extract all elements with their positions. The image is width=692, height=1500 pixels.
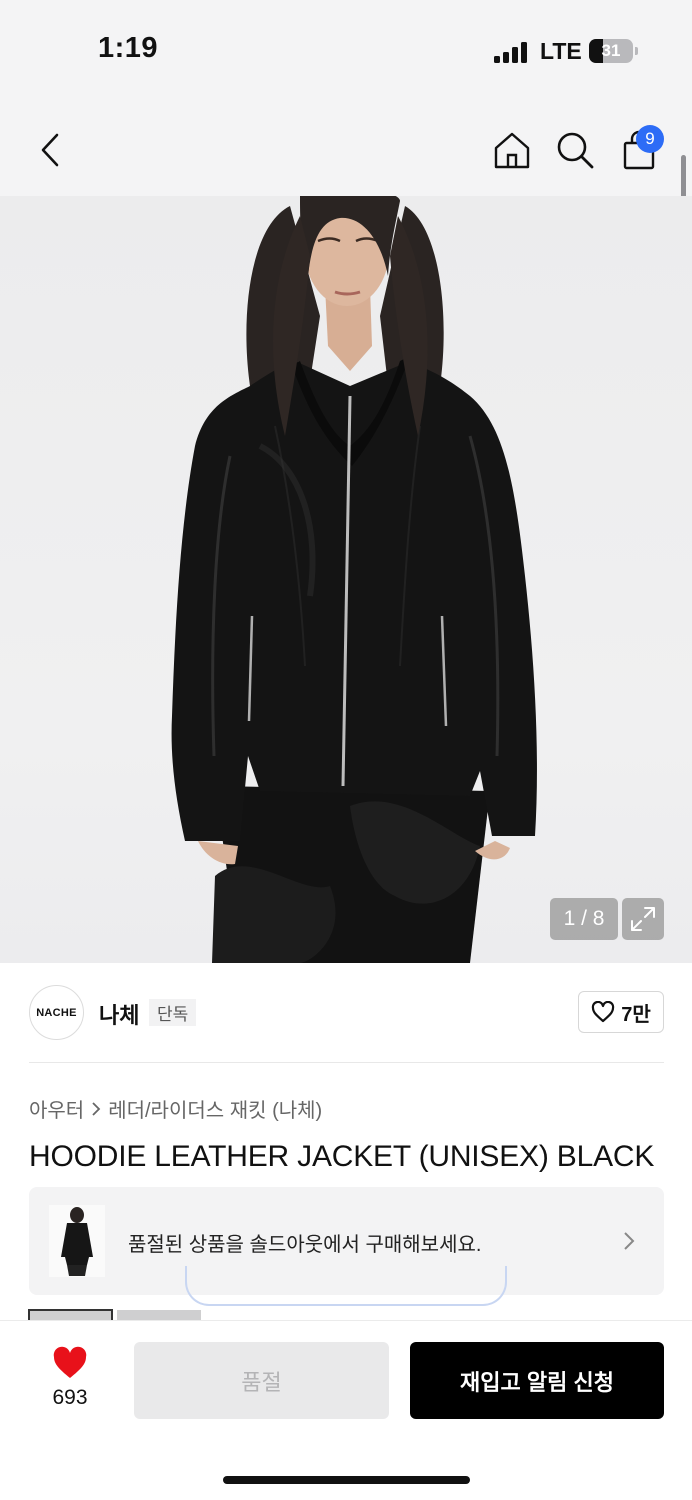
back-button[interactable] (28, 128, 72, 172)
breadcrumb-category[interactable]: 아우터 (29, 1094, 84, 1123)
home-button[interactable] (490, 128, 534, 172)
status-bar: 1:19 LTE 31 (0, 0, 692, 100)
soldout-button: 품절 (134, 1342, 389, 1419)
brand-logo[interactable]: NACHE (29, 985, 84, 1040)
restock-alert-button[interactable]: 재입고 알림 신청 (410, 1342, 664, 1419)
product-like-count: 693 (52, 1386, 88, 1409)
home-icon (494, 132, 530, 169)
signal-icon (494, 41, 528, 63)
search-button[interactable] (553, 128, 597, 172)
photo-counter: 1 / 8 (550, 898, 618, 940)
expand-icon (631, 907, 655, 931)
battery-icon: 31 (589, 39, 633, 63)
model-jacket-illustration (171, 196, 537, 963)
battery-tip (635, 47, 638, 55)
chevron-left-icon (41, 133, 59, 167)
breadcrumb-subcategory[interactable]: 레더/라이더스 재킷 (나체) (108, 1094, 322, 1123)
cart-count-badge: 9 (636, 125, 664, 153)
heart-outline-icon (592, 1001, 615, 1023)
chevron-right-icon (92, 1101, 101, 1116)
heart-filled-icon[interactable] (52, 1346, 88, 1380)
soldout-banner-text: 품절된 상품을 솔드아웃에서 구매해보세요. (128, 1234, 482, 1256)
search-icon (557, 132, 594, 169)
brand-like-count: 7만 (621, 1003, 651, 1026)
expand-image-button[interactable] (622, 898, 664, 940)
product-title: HOODIE LEATHER JACKET (UNISEX) BLACK (29, 1140, 655, 1173)
status-time: 1:19 (98, 32, 159, 64)
product-image[interactable] (0, 196, 692, 963)
chevron-right-icon (624, 1232, 635, 1250)
breadcrumb: 아우터 레더/라이더스 재킷 (나체) (29, 1094, 322, 1123)
option-selector-peek (185, 1266, 507, 1306)
brand-name[interactable]: 나체 (99, 998, 139, 1030)
battery-level: 31 (601, 41, 621, 60)
divider (29, 1062, 664, 1063)
home-indicator (223, 1476, 470, 1484)
soldout-product-thumbnail (49, 1205, 105, 1277)
brand-like-button[interactable]: 7만 (578, 991, 664, 1033)
exclusive-tag: 단독 (149, 999, 197, 1026)
network-type: LTE (540, 38, 582, 64)
